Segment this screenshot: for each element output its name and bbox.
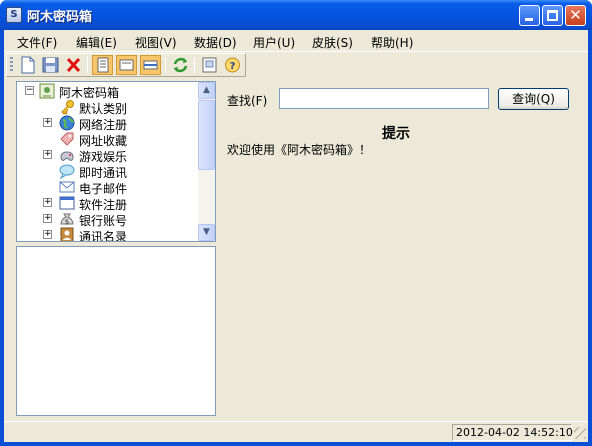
about-button[interactable] [199, 55, 220, 75]
view-split-icon [143, 60, 158, 70]
tip-title: 提示 [382, 126, 410, 142]
refresh-button[interactable] [170, 55, 191, 75]
window-icon [59, 196, 75, 210]
expand-toggle[interactable]: + [43, 198, 52, 207]
scroll-up-button[interactable]: ▲ [198, 82, 215, 99]
client-area: 文件(F) 编辑(E) 视图(V) 数据(D) 用户(U) 皮肤(S) 帮助(H… [4, 30, 588, 442]
app-window: S 阿木密码箱 ✕ 文件(F) 编辑(E) 视图(V) 数据(D) 用户(U) … [0, 0, 592, 446]
globe-icon [59, 115, 75, 131]
search-input[interactable] [279, 88, 489, 109]
delete-button[interactable] [63, 55, 84, 75]
delete-icon [66, 57, 81, 73]
tree-item[interactable]: + 软件注册 [17, 195, 201, 212]
chat-bubble-icon [59, 164, 75, 179]
search-label: 查找(F) [227, 94, 268, 108]
tree-item[interactable]: 默认类别 [17, 99, 201, 116]
category-tree[interactable]: − 阿木密码箱 默认类别 + 网络注册 网址收藏 + 游戏娱乐 即时通讯 电子邮… [16, 81, 216, 242]
help-icon: ? [225, 57, 240, 73]
maximize-icon [547, 10, 558, 21]
status-bar: 2012-04-02 14:52:10 [4, 421, 588, 442]
tree-item[interactable]: + 通讯名录 [17, 227, 201, 242]
toolbar-grip[interactable] [10, 57, 13, 73]
tree-root[interactable]: − 阿木密码箱 [17, 83, 201, 100]
menu-bar: 文件(F) 编辑(E) 视图(V) 数据(D) 用户(U) 皮肤(S) 帮助(H… [4, 30, 588, 52]
scroll-thumb[interactable] [198, 100, 215, 170]
view-split-button[interactable] [140, 55, 161, 75]
chevron-down-icon: ▼ [203, 227, 210, 237]
view-list-icon [97, 57, 109, 73]
expand-toggle[interactable]: + [43, 214, 52, 223]
save-icon [42, 57, 59, 73]
tree-item[interactable]: + $ 银行账号 [17, 211, 201, 228]
about-icon [202, 57, 217, 73]
window-title: 阿木密码箱 [27, 10, 93, 25]
tag-icon [60, 132, 74, 146]
tree-item[interactable]: 网址收藏 [17, 131, 201, 148]
menu-view[interactable]: 视图(V) [135, 34, 177, 51]
tree-item-label: 通讯名录 [79, 230, 128, 242]
resize-grip[interactable] [574, 427, 586, 439]
expand-toggle[interactable]: + [43, 118, 52, 127]
envelope-icon [59, 181, 75, 193]
collapse-toggle[interactable]: − [25, 86, 34, 95]
maximize-button[interactable] [542, 5, 563, 26]
menu-edit[interactable]: 编辑(E) [76, 34, 117, 51]
money-bag-icon: $ [60, 213, 74, 226]
tree-scrollbar[interactable]: ▲ ▼ [198, 82, 215, 241]
toolbar-separator [87, 57, 88, 73]
gamepad-icon [60, 151, 74, 161]
scroll-down-button[interactable]: ▼ [198, 224, 215, 241]
view-list-button[interactable] [92, 55, 113, 75]
safe-box-icon [39, 83, 55, 99]
minimize-icon [525, 18, 533, 21]
tree-item[interactable]: 即时通讯 [17, 163, 201, 180]
expand-toggle[interactable]: + [43, 230, 52, 239]
toolbar: ? [6, 53, 246, 77]
menu-file[interactable]: 文件(F) [17, 34, 57, 51]
refresh-icon [173, 57, 188, 73]
contacts-icon [60, 227, 74, 241]
svg-text:$: $ [65, 218, 69, 226]
help-button[interactable]: ? [222, 55, 243, 75]
menu-data[interactable]: 数据(D) [194, 34, 237, 51]
detail-panel[interactable] [16, 246, 216, 416]
svg-text:?: ? [230, 61, 236, 72]
close-icon: ✕ [569, 6, 582, 24]
menu-help[interactable]: 帮助(H) [371, 34, 413, 51]
menu-user[interactable]: 用户(U) [253, 34, 295, 51]
status-datetime: 2012-04-02 14:52:10 [452, 424, 573, 441]
welcome-text: 欢迎使用《阿木密码箱》！ [227, 143, 372, 157]
key-icon [61, 100, 74, 115]
chevron-up-icon: ▲ [203, 85, 210, 95]
save-button[interactable] [40, 55, 61, 75]
tree-item[interactable]: 电子邮件 [17, 179, 201, 196]
toolbar-separator [194, 57, 195, 73]
toolbar-separator [165, 57, 166, 73]
minimize-button[interactable] [519, 5, 540, 26]
search-button[interactable]: 查询(Q) [498, 88, 569, 110]
view-detail-icon [119, 59, 134, 71]
new-icon [21, 56, 35, 74]
view-detail-button[interactable] [116, 55, 137, 75]
menu-skin[interactable]: 皮肤(S) [312, 34, 353, 51]
close-button[interactable]: ✕ [565, 5, 586, 26]
tree-item[interactable]: + 游戏娱乐 [17, 147, 201, 164]
new-button[interactable] [17, 55, 38, 75]
expand-toggle[interactable]: + [43, 150, 52, 159]
tree-item[interactable]: + 网络注册 [17, 115, 201, 132]
app-icon[interactable]: S [6, 7, 22, 23]
title-bar[interactable]: S 阿木密码箱 ✕ [0, 0, 592, 30]
